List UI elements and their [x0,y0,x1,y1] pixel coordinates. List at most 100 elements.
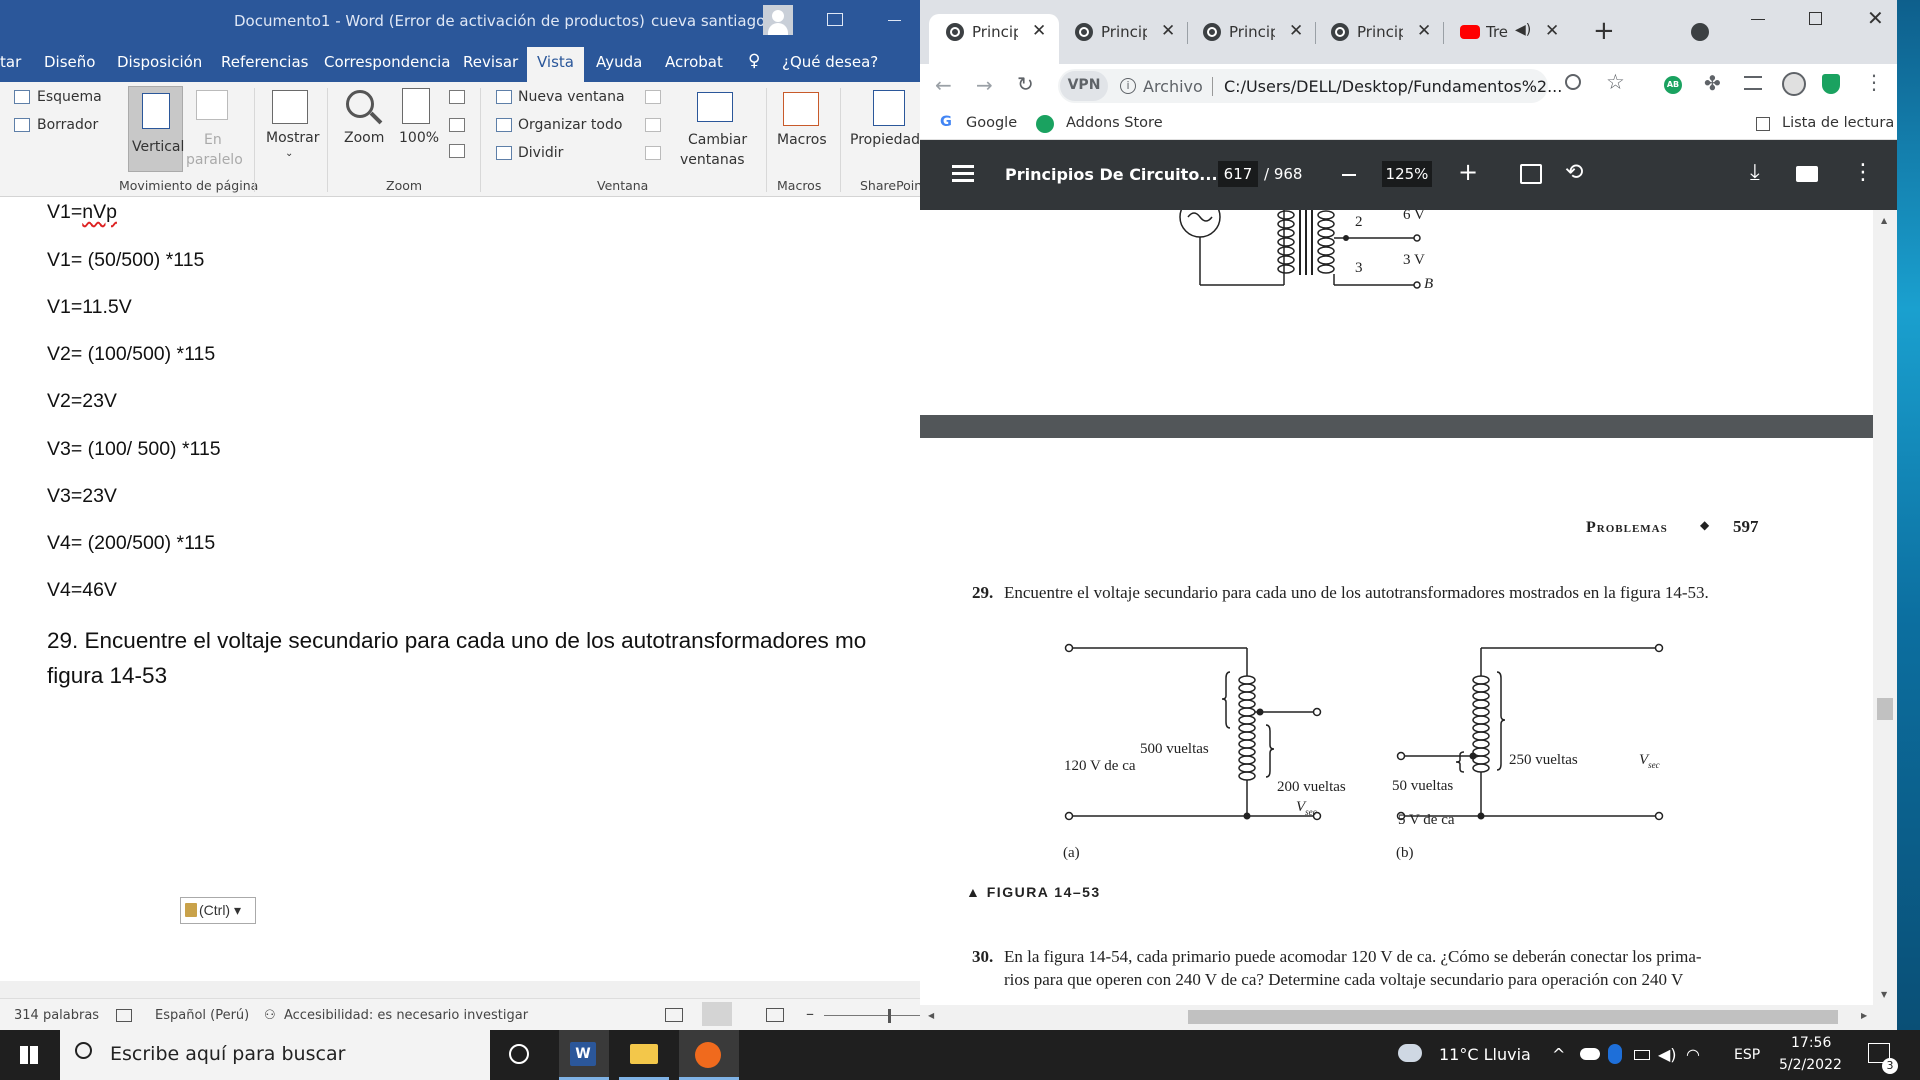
adblock-extension-icon[interactable]: AB [1664,76,1682,94]
chrome-menu-icon[interactable]: ⋮ [1864,70,1884,94]
cambiar-ventanas-button[interactable]: Cambiar [688,132,747,148]
more-options-icon[interactable]: ⋮ [1852,160,1874,185]
reload-icon[interactable]: ↻ [1017,72,1034,96]
organizar-todo-button[interactable]: Organizar todo [518,117,622,133]
pdf-horizontal-scrollbar[interactable]: ◀ ▶ [920,1005,1897,1030]
word-horizontal-scrollbar[interactable] [0,981,920,998]
clock-date[interactable]: 5/2/2022 [1779,1057,1842,1073]
zoom-in-icon[interactable]: + [1458,158,1478,186]
volume-icon[interactable]: ◀) [1658,1045,1677,1064]
tab-ayuda[interactable]: Ayuda [596,53,642,71]
proofing-icon[interactable] [116,1009,132,1022]
nueva-ventana-button[interactable]: Nueva ventana [518,89,625,105]
esquema-button[interactable]: Esquema [37,89,102,105]
pdf-vertical-scrollbar[interactable]: ▲ ▼ [1873,210,1897,1005]
close-tab-icon[interactable]: ✕ [1161,21,1175,41]
pdf-viewport[interactable]: 2 6 V 3 3 V B Problemas ◆ 597 29. Encuen… [920,210,1897,1005]
reading-list-button[interactable]: Lista de lectura [1782,115,1894,131]
ribbon-display-options-icon[interactable] [827,13,843,26]
input-language[interactable]: ESP [1734,1047,1760,1063]
print-layout-icon[interactable] [702,1002,732,1026]
zoom-slider[interactable] [824,1015,920,1016]
wifi-icon[interactable]: ◠ [1686,1045,1700,1064]
print-icon[interactable] [1796,166,1818,182]
shield-extension-icon[interactable] [1822,74,1840,94]
paste-options-button[interactable]: (Ctrl) ▾ [180,897,256,924]
split-icon[interactable] [496,146,512,160]
tab-correspondencia[interactable]: Correspondencia [324,53,451,71]
taskbar-search-box[interactable]: Escribe aquí para buscar [60,1030,490,1080]
arrange-all-icon[interactable] [496,118,512,132]
media-control-icon[interactable] [1744,76,1762,90]
browser-taskbar-button[interactable] [679,1030,739,1080]
info-icon[interactable]: i [1120,78,1136,94]
url-text[interactable]: C:/Users/DELL/Desktop/Fundamentos%2... [1224,77,1562,96]
zoom-lens-icon[interactable] [1565,74,1581,90]
onedrive-icon[interactable] [1580,1048,1600,1060]
back-icon[interactable]: ← [935,73,952,97]
accessibility-status[interactable]: Accesibilidad: es necesario investigar [284,1008,528,1023]
zoom-slider-thumb[interactable] [888,1009,891,1023]
close-tab-icon[interactable]: ✕ [1417,21,1431,41]
cortana-icon[interactable] [509,1044,529,1064]
language-status[interactable]: Español (Perú) [155,1008,249,1023]
new-tab-icon[interactable]: + [1593,16,1615,46]
new-window-icon[interactable] [496,90,512,104]
mostrar-button[interactable]: Mostrar [266,130,320,146]
weather-text[interactable]: 11°C Lluvia [1439,1045,1531,1064]
tab-acrobat[interactable]: Acrobat [665,53,723,71]
weather-icon[interactable] [1398,1044,1422,1062]
speaker-icon[interactable]: ◀) [1515,22,1531,38]
explorer-taskbar-button[interactable] [619,1030,669,1080]
rotate-icon[interactable]: ⟲ [1565,160,1583,185]
outline-view-icon[interactable] [14,90,30,104]
scrollbar-thumb[interactable] [1877,698,1893,720]
battery-icon[interactable] [1634,1050,1650,1060]
minimize-icon[interactable] [888,20,901,21]
minimize-icon[interactable] [1751,19,1765,20]
lightbulb-icon[interactable]: ♀ [748,51,760,71]
bookmark-star-icon[interactable]: ☆ [1606,70,1625,94]
borrador-button[interactable]: Borrador [37,117,98,133]
tab-search-icon[interactable] [1691,23,1709,41]
vpn-icon[interactable]: VPN [1060,71,1108,101]
windows-start-icon[interactable] [20,1046,38,1064]
profile-icon[interactable] [1782,72,1806,96]
maximize-icon[interactable] [1809,12,1822,25]
word-taskbar-button[interactable]: W [559,1030,609,1080]
scroll-down-icon[interactable]: ▼ [1881,990,1887,999]
dividir-button[interactable]: Dividir [518,145,563,161]
menu-hamburger-icon[interactable] [952,165,974,168]
word-user-name[interactable]: cueva santiago [651,12,765,30]
page-width-icon[interactable] [449,144,465,158]
propiedades-button[interactable]: Propiedad [850,132,920,148]
bookmark-google[interactable]: Google [966,115,1017,131]
zoom-out-icon[interactable] [1342,174,1356,176]
close-tab-icon[interactable]: ✕ [1032,21,1046,41]
zoom-input[interactable]: 125% [1382,161,1432,187]
tab-vista[interactable]: Vista [527,47,584,82]
tab-insertar[interactable]: tar [0,53,21,71]
forward-icon[interactable]: → [976,73,993,97]
scrollbar-thumb[interactable] [1188,1010,1838,1024]
scroll-up-icon[interactable]: ▲ [1881,216,1887,225]
one-page-icon[interactable] [449,90,465,104]
close-tab-icon[interactable]: ✕ [1289,21,1303,41]
tab-revisar[interactable]: Revisar [463,53,518,71]
address-bar[interactable]: VPN i Archivo C:/Users/DELL/Desktop/Fund… [1058,69,1562,103]
close-window-icon[interactable]: ✕ [1867,6,1884,30]
show-hidden-icons-icon[interactable]: ^ [1552,1045,1565,1064]
clock-time[interactable]: 17:56 [1791,1035,1831,1051]
download-icon[interactable]: ⤓ [1750,160,1760,185]
zoom-100-button[interactable]: 100% [399,130,439,146]
word-document-page[interactable]: V1=nVp V1= (50/500) *115 V1=11.5V V2= (1… [0,197,920,981]
web-layout-icon[interactable] [766,1008,784,1022]
macros-button[interactable]: Macros [777,132,827,148]
tab-disposicion[interactable]: Disposición [117,53,202,71]
tell-me-search[interactable]: ¿Qué desea? [782,53,878,71]
scroll-right-icon[interactable]: ▶ [1861,1011,1867,1020]
bluetooth-icon[interactable] [1608,1044,1622,1064]
tab-diseno[interactable]: Diseño [44,53,95,71]
vertical-button[interactable]: Vertical [128,86,184,172]
fit-page-icon[interactable] [1520,164,1542,184]
